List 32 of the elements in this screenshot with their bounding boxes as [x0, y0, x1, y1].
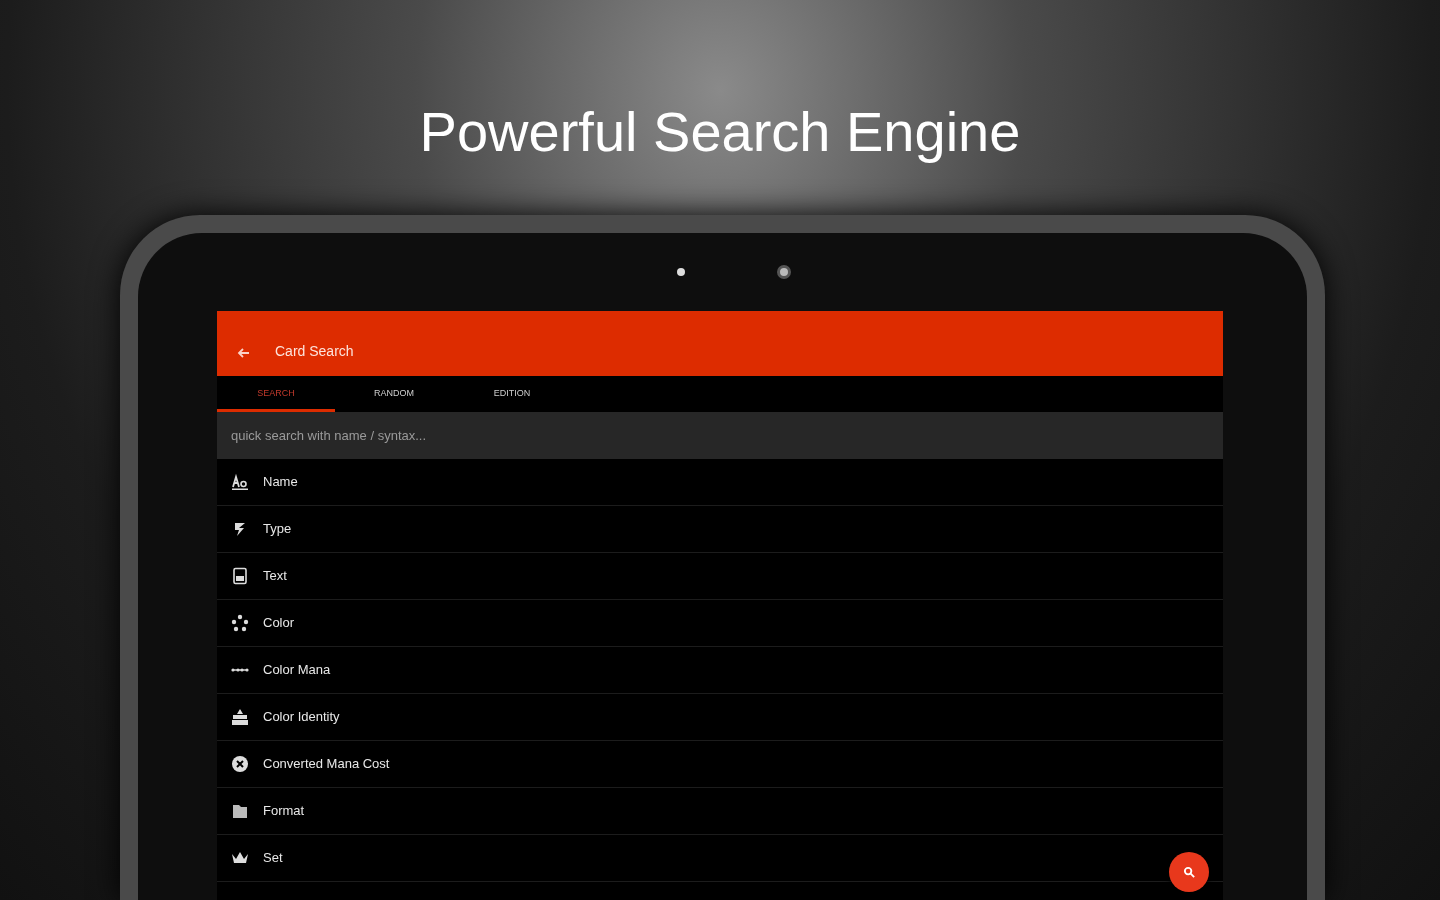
field-label: Color Identity [263, 708, 340, 727]
back-arrow-icon [237, 346, 251, 360]
field-label: Type [263, 520, 292, 539]
field-row[interactable]: Color Mana [217, 647, 1223, 694]
search-icon [1182, 865, 1196, 879]
dots-icon [231, 614, 249, 632]
field-row[interactable]: Converted Mana Cost [217, 741, 1223, 788]
letters-icon [231, 473, 249, 491]
crest-icon [231, 708, 249, 726]
field-label: Converted Mana Cost [263, 755, 390, 774]
field-row[interactable]: Color [217, 600, 1223, 647]
app-bar-title: Card Search [275, 342, 354, 361]
field-label: Format [263, 802, 305, 821]
document-icon [231, 567, 249, 585]
tab[interactable]: RANDOM [335, 376, 453, 412]
field-row[interactable]: Type [217, 506, 1223, 553]
field-label: Color [263, 614, 295, 633]
ellipsis-icon [231, 668, 249, 672]
camera-lens [776, 265, 791, 279]
field-row[interactable]: Format [217, 788, 1223, 835]
field-label: Name [263, 473, 298, 492]
field-row[interactable]: Color Identity [217, 694, 1223, 741]
tab[interactable]: EDITION [453, 376, 571, 412]
field-row[interactable]: Text [217, 553, 1223, 600]
field-label: Text [263, 567, 287, 586]
folder-icon [231, 802, 249, 820]
field-label: Color Mana [263, 661, 331, 680]
field-label: Set [263, 849, 283, 868]
search-fab[interactable] [1169, 852, 1209, 892]
field-row[interactable]: Name [217, 459, 1223, 506]
search-field[interactable]: quick search with name / syntax... [217, 412, 1223, 459]
headline: Powerful Search Engine [419, 100, 1021, 164]
